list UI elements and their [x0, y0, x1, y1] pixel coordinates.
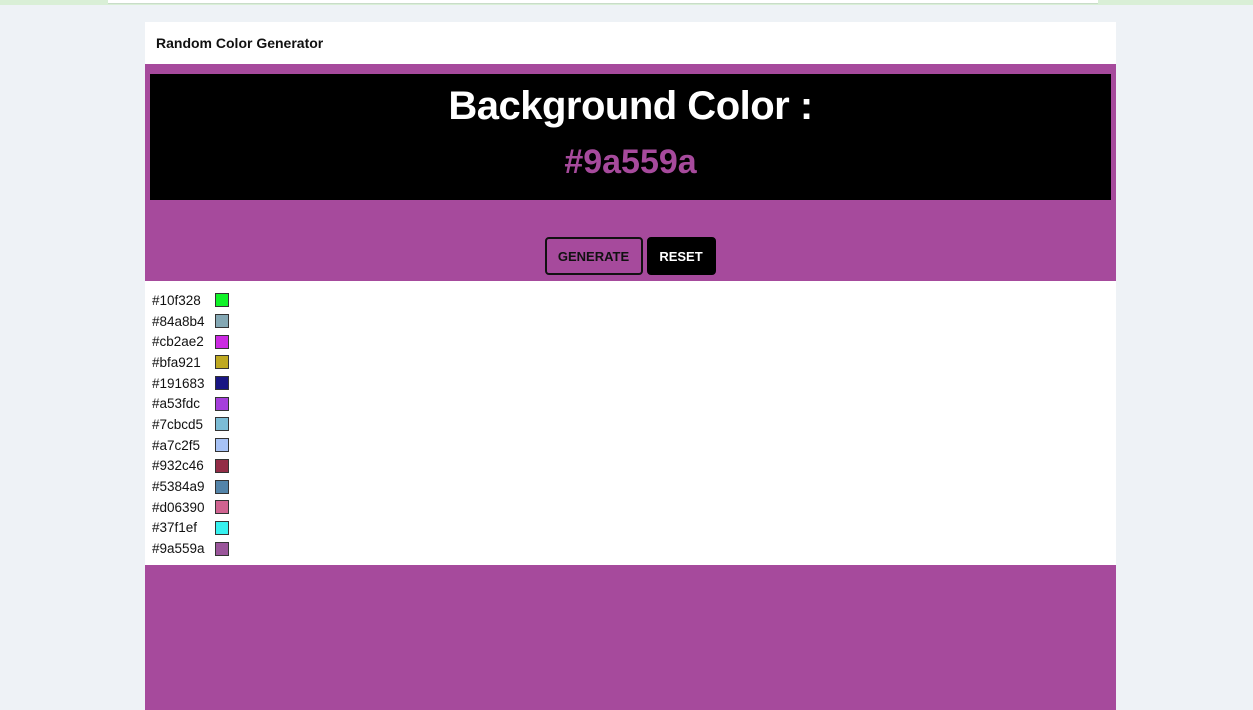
history-hex-code: #9a559a [152, 541, 205, 557]
history-hex-code: #37f1ef [152, 520, 198, 536]
color-swatch [215, 479, 229, 494]
history-item: #5384a9 [152, 476, 1116, 497]
app-title: Random Color Generator [156, 35, 324, 51]
current-color-hex: #9a559a [564, 143, 697, 181]
history-item: #37f1ef [152, 518, 1116, 539]
color-swatch [215, 396, 229, 411]
history-item: #84a8b4 [152, 311, 1116, 332]
history-item: #d06390 [152, 497, 1116, 518]
color-history-list: #10f328 #84a8b4 #cb2ae2 #bfa921 #191683 #a53f… [145, 281, 1116, 565]
color-swatch [215, 500, 229, 515]
color-swatch [215, 438, 229, 453]
history-hex-code: #a7c2f5 [152, 437, 201, 453]
button-group: GENERATE RESET [145, 237, 1116, 275]
color-swatch [215, 334, 229, 349]
history-hex-code: #932c46 [152, 458, 204, 474]
color-display-box: Background Color : #9a559a [150, 74, 1111, 200]
color-swatch [215, 376, 229, 391]
color-swatch [215, 520, 229, 535]
history-item: #a53fdc [152, 393, 1116, 414]
browser-address-bar-edge [108, 0, 1098, 4]
history-item: #a7c2f5 [152, 435, 1116, 456]
history-hex-code: #5384a9 [152, 479, 205, 495]
app-container: Random Color Generator Background Color … [145, 22, 1116, 710]
color-swatch [215, 541, 229, 556]
history-hex-code: #cb2ae2 [152, 334, 204, 350]
color-swatch [215, 355, 229, 370]
history-item: #10f328 [152, 290, 1116, 311]
history-hex-code: #bfa921 [152, 354, 201, 370]
color-swatch [215, 314, 229, 329]
history-hex-code: #10f328 [152, 292, 201, 308]
color-swatch [215, 417, 229, 432]
history-item: #9a559a [152, 538, 1116, 559]
app-header: Random Color Generator [145, 22, 1116, 64]
color-swatch [215, 293, 229, 308]
background-color-heading: Background Color : [448, 84, 813, 128]
history-item: #bfa921 [152, 352, 1116, 373]
history-item: #191683 [152, 373, 1116, 394]
history-item: #7cbcd5 [152, 414, 1116, 435]
browser-top-strip [0, 0, 1253, 5]
generate-button[interactable]: GENERATE [544, 237, 643, 275]
history-hex-code: #a53fdc [152, 396, 201, 412]
history-item: #cb2ae2 [152, 331, 1116, 352]
history-hex-code: #191683 [152, 375, 205, 391]
color-swatch [215, 458, 229, 473]
background-color-panel: Background Color : #9a559a GENERATE RESE… [145, 64, 1116, 281]
reset-button[interactable]: RESET [646, 237, 716, 275]
history-hex-code: #7cbcd5 [152, 416, 204, 432]
history-hex-code: #84a8b4 [152, 313, 205, 329]
color-preview-block [145, 565, 1116, 710]
history-item: #932c46 [152, 456, 1116, 477]
history-hex-code: #d06390 [152, 499, 205, 515]
